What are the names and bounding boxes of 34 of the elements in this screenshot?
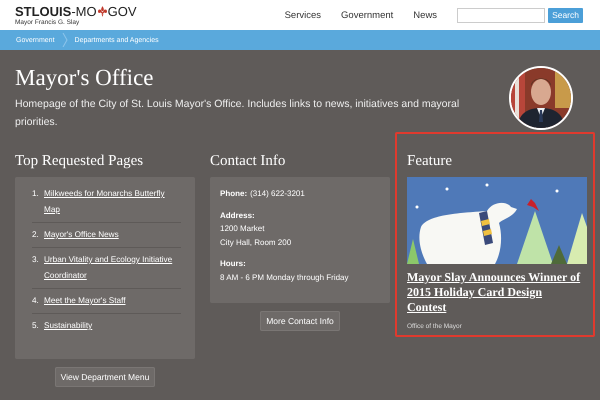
list-number: 2. [32,229,40,241]
logo-text[interactable]: STLOUIS-MO [15,4,97,18]
contact-label: Address: [220,210,256,222]
view-department-menu-button[interactable]: View Department Menu [54,367,156,387]
contact-value: 1200 Market [220,223,266,235]
page-link[interactable]: Urban Vitality and Ecology Initiative Coordinator [44,252,181,284]
logo-text[interactable]: GOV [108,4,137,18]
section-heading: Feature [407,152,453,171]
list-number: 4. [32,295,40,307]
fleur-de-lis-icon [98,6,107,16]
list-number: 3. [32,254,40,266]
nav-link[interactable]: Services [284,10,322,20]
list-number: 5. [32,320,40,332]
page-link[interactable]: Milkweeds for Monarchs Butterfly Map [44,186,181,218]
search-field[interactable] [457,8,546,22]
section-heading: Contact Info [210,152,286,171]
list-number: 1. [32,188,40,200]
contact-value: 8 AM - 6 PM Monday through Friday [220,272,350,284]
nav-link[interactable]: Government [341,10,394,20]
page-link[interactable]: Mayor's Office News [44,227,119,243]
page-link[interactable]: Meet the Mayor's Staff [44,293,126,309]
contact-value: City Hall, Room 200 [220,236,292,249]
section-heading: Top Requested Pages [15,152,144,171]
contact-label: Phone: [220,189,248,198]
nav-link[interactable]: News [413,10,438,20]
chevron-icon [62,33,68,47]
contact-value: (314) 622-3201 [250,189,305,198]
more-contact-info-button[interactable]: More Contact Info [260,311,340,331]
contact-label: Hours: [220,258,247,270]
page-link[interactable]: Sustainability [44,318,92,334]
search-button[interactable]: Search [548,8,583,22]
page-description: Homepage of the City of St. Louis Mayor's Office. Includes links to news, initiatives and mayoral priorities. [15,97,460,130]
page-title: Mayor's Office [15,64,154,92]
feature-title-link[interactable]: Mayor Slay Announces Winner of 2015 Holiday Card Design Contest [407,270,583,315]
